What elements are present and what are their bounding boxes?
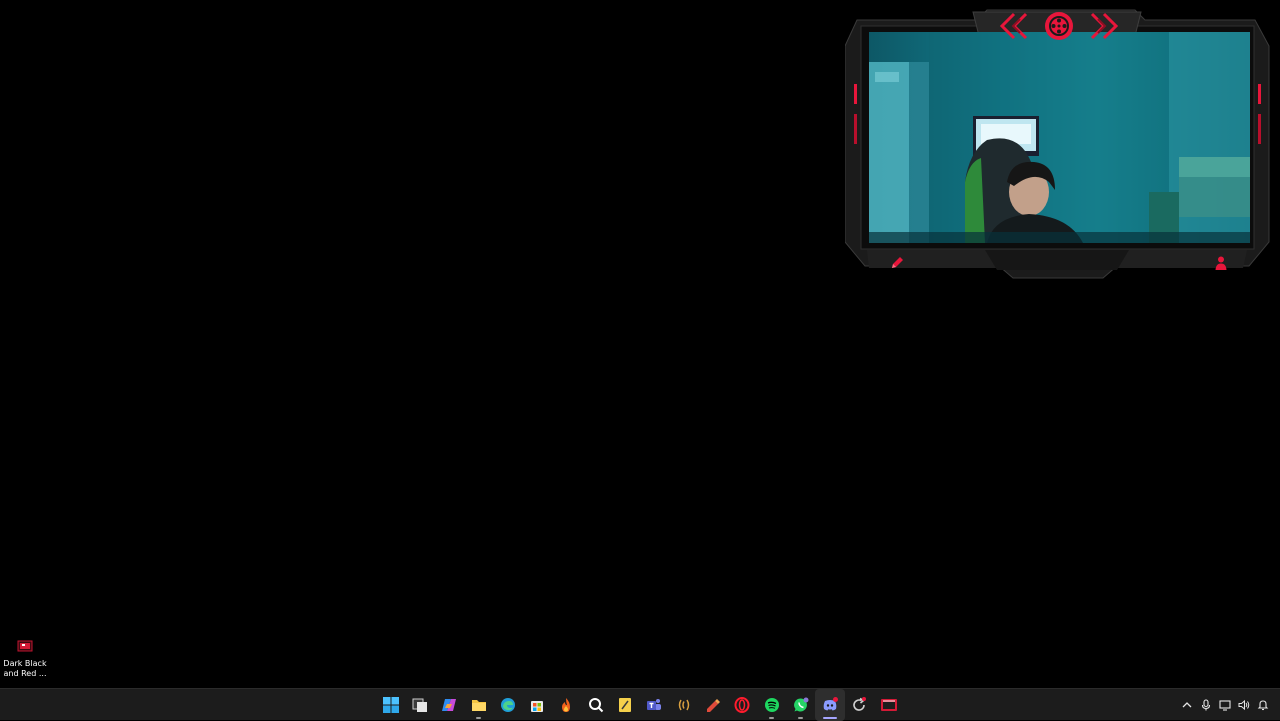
folder-icon <box>471 700 486 711</box>
opera-button[interactable] <box>728 689 757 721</box>
teams-button[interactable] <box>640 689 669 721</box>
display-icon <box>1218 700 1231 711</box>
windows-logo-icon <box>382 697 399 713</box>
whatsapp-button[interactable] <box>786 689 815 721</box>
task-view-icon <box>412 698 427 712</box>
spotify-icon <box>764 698 779 712</box>
notification-icon <box>1257 700 1268 711</box>
person-icon <box>1213 255 1229 271</box>
microphone-button[interactable] <box>1196 689 1215 721</box>
shortcut-label: Dark Black and Red ... <box>3 659 47 678</box>
edge-icon <box>500 698 515 712</box>
system-tray <box>1177 689 1272 721</box>
discord-button[interactable] <box>815 689 845 721</box>
desktop-shortcut-dark-black-red[interactable]: Dark Black and Red ... <box>2 636 48 680</box>
audio-app-button[interactable] <box>669 689 698 721</box>
flame-icon <box>562 698 571 712</box>
flame-app-button[interactable] <box>552 689 581 721</box>
search-app-icon <box>588 698 603 713</box>
task-view-button[interactable] <box>405 689 434 721</box>
show-hidden-icons-button[interactable] <box>1177 689 1196 721</box>
webcam-feed <box>869 32 1250 243</box>
copilot-button[interactable] <box>435 689 464 721</box>
film-reel-icon <box>1044 11 1074 41</box>
speaker-icon <box>1238 699 1249 711</box>
chevrons-left-icon <box>998 11 1032 41</box>
microphone-icon <box>1201 699 1210 711</box>
chevron-up-icon <box>1182 702 1191 708</box>
webcam-overlay <box>845 6 1270 282</box>
edge-button[interactable] <box>493 689 522 721</box>
discord-icon <box>823 697 839 711</box>
opera-icon <box>734 697 750 713</box>
paint-app-button[interactable] <box>698 689 727 721</box>
desktop: Dark Black and Red ... <box>0 0 1280 688</box>
spotify-button[interactable] <box>757 689 786 721</box>
taskbar <box>0 688 1280 721</box>
file-explorer-button[interactable] <box>464 689 493 721</box>
notes-icon <box>619 698 632 712</box>
display-button[interactable] <box>1215 689 1234 721</box>
chevrons-right-icon <box>1086 11 1120 41</box>
copilot-icon <box>442 699 457 711</box>
taskbar-apps <box>376 689 903 721</box>
update-app-button[interactable] <box>845 689 874 721</box>
pencil-icon <box>889 255 905 271</box>
notifications-button[interactable] <box>1253 689 1272 721</box>
paint-icon <box>706 699 720 712</box>
store-button[interactable] <box>522 689 551 721</box>
whatsapp-icon <box>793 697 809 712</box>
red-image-file-icon <box>17 638 33 652</box>
refresh-icon <box>853 697 867 711</box>
notes-app-button[interactable] <box>610 689 639 721</box>
red-gallery-icon <box>880 699 897 711</box>
volume-button[interactable] <box>1234 689 1253 721</box>
audio-waves-icon <box>678 699 689 711</box>
search-app-button[interactable] <box>581 689 610 721</box>
teams-icon <box>647 699 662 710</box>
start-button[interactable] <box>376 689 405 721</box>
gallery-app-button[interactable] <box>874 689 903 721</box>
store-icon <box>531 701 544 712</box>
